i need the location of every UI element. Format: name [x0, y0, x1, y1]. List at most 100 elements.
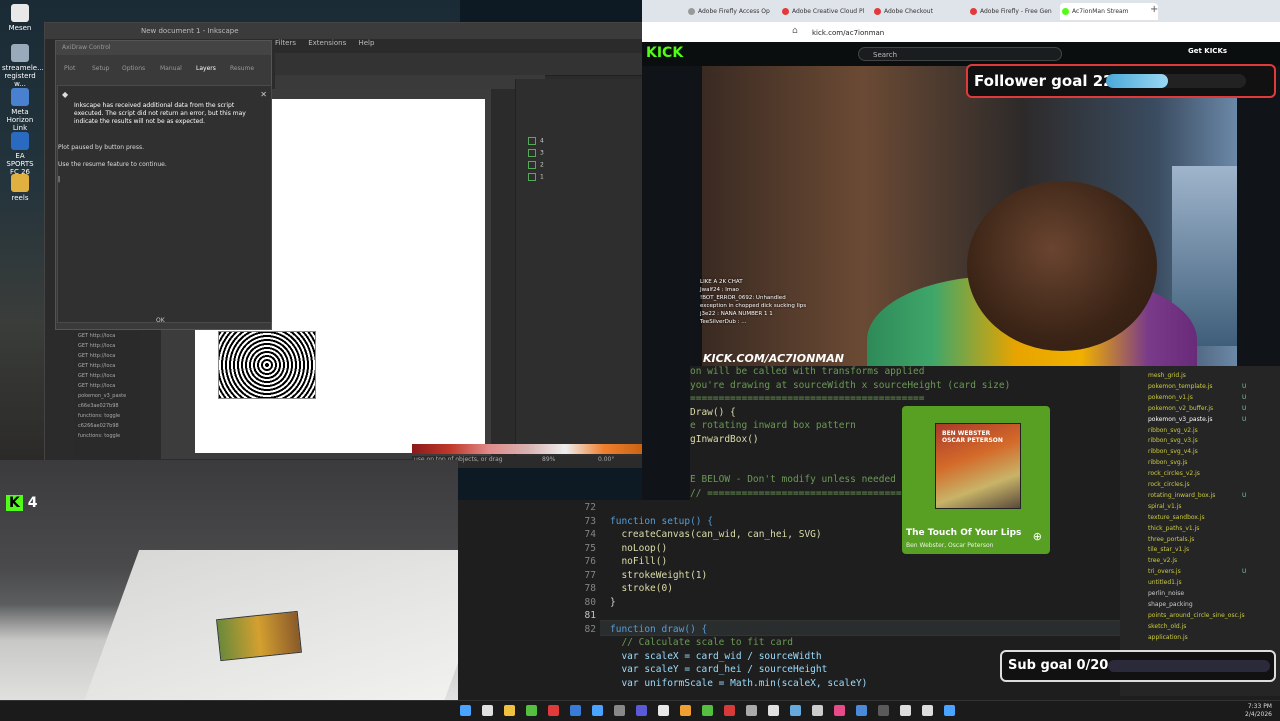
- menu-help[interactable]: Help: [358, 39, 374, 47]
- code-line[interactable]: noLoop(): [610, 543, 667, 554]
- taskbar-app-icon[interactable]: [702, 705, 713, 716]
- code-line[interactable]: // Calculate scale to fit card: [610, 637, 793, 648]
- taskbar-app-icon[interactable]: [548, 705, 559, 716]
- browser-tab[interactable]: Adobe Firefly Access Op: [686, 3, 788, 20]
- new-tab-icon[interactable]: +: [1150, 4, 1158, 15]
- list-item[interactable]: c6266ae027b98: [74, 421, 140, 431]
- list-item[interactable]: functions: toggle: [74, 411, 140, 421]
- tab-layers[interactable]: Layers: [196, 65, 216, 72]
- lock-icon[interactable]: ⌂: [792, 26, 798, 36]
- taskbar-app-icon[interactable]: [790, 705, 801, 716]
- file-tree-item[interactable]: tree_v2.js: [1148, 557, 1177, 564]
- menu-extensions[interactable]: Extensions: [308, 39, 346, 47]
- file-tree-item[interactable]: rotating_inward_box.js U: [1148, 492, 1246, 499]
- system-clock[interactable]: 7:33 PM 2/4/2026: [1245, 703, 1272, 719]
- taskbar-app-icon[interactable]: [856, 705, 867, 716]
- menu-filters[interactable]: Filters: [275, 39, 296, 47]
- desktop-icon-meta-horizon[interactable]: Meta Horizon Link: [2, 88, 38, 132]
- file-tree-item[interactable]: application.js: [1148, 634, 1188, 641]
- taskbar-app-icon[interactable]: [768, 705, 779, 716]
- list-item[interactable]: GET http://loca: [74, 371, 140, 381]
- file-tree-item[interactable]: pokemon_v1.js U: [1148, 394, 1246, 401]
- file-tree-item[interactable]: pokemon_v2_buffer.js U: [1148, 405, 1246, 412]
- browser-tab[interactable]: Adobe Firefly - Free Gen: [968, 3, 1066, 20]
- taskbar-app-icon[interactable]: [812, 705, 823, 716]
- code-line[interactable]: var uniformScale = Math.min(scaleX, scal…: [610, 678, 867, 689]
- taskbar-app-icon[interactable]: [834, 705, 845, 716]
- taskbar-app-icon[interactable]: [504, 705, 515, 716]
- code-line[interactable]: Draw() {: [690, 407, 736, 418]
- file-tree-item[interactable]: three_portals.js: [1148, 536, 1194, 543]
- taskbar-app-icon[interactable]: [680, 705, 691, 716]
- taskbar-app-icon[interactable]: [592, 705, 603, 716]
- code-line[interactable]: stroke(0): [610, 583, 672, 594]
- file-tree-item[interactable]: ribbon_svg_v2.js: [1148, 427, 1198, 434]
- desktop-icon-mesen[interactable]: Mesen: [2, 4, 38, 32]
- file-tree-item[interactable]: texture_sandbox.js: [1148, 514, 1205, 521]
- list-item[interactable]: functions: toggle: [74, 431, 140, 441]
- file-tree-item[interactable]: mesh_grid.js: [1148, 372, 1186, 379]
- code-line[interactable]: strokeWeight(1): [610, 570, 707, 581]
- file-tree-item[interactable]: untitled1.js: [1148, 579, 1182, 586]
- taskbar-app-icon[interactable]: [636, 705, 647, 716]
- browser-tab-active[interactable]: Ac7ionMan Stream: [1060, 3, 1158, 20]
- url-field[interactable]: kick.com/ac7ionman: [812, 29, 884, 37]
- code-line[interactable]: var scaleX = card_wid / sourceWidth: [610, 651, 821, 662]
- taskbar-app-icon[interactable]: [944, 705, 955, 716]
- code-line[interactable]: noFill(): [610, 556, 667, 567]
- add-circle-icon[interactable]: ⊕: [1033, 530, 1042, 543]
- tab-resume[interactable]: Resume: [230, 65, 254, 72]
- taskbar-app-icon[interactable]: [878, 705, 889, 716]
- taskbar-app-icon[interactable]: [526, 705, 537, 716]
- taskbar-app-icon[interactable]: [460, 705, 471, 716]
- code-line[interactable]: ========================================…: [690, 393, 925, 404]
- list-item[interactable]: pokemon_v3_paste: [74, 391, 140, 401]
- code-line[interactable]: var scaleY = card_hei / sourceHeight: [610, 664, 827, 675]
- file-tree-item[interactable]: tile_star_v1.js: [1148, 546, 1189, 553]
- code-line[interactable]: on will be called with transforms applie…: [690, 366, 925, 377]
- file-tree-item[interactable]: perlin_noise: [1148, 590, 1184, 597]
- file-tree-item[interactable]: tri_overs.js U: [1148, 568, 1246, 575]
- file-tree-item[interactable]: sketch_old.js: [1148, 623, 1186, 630]
- code-line[interactable]: e rotating inward box pattern: [690, 420, 856, 431]
- code-line[interactable]: createCanvas(can_wid, can_hei, SVG): [610, 529, 821, 540]
- file-tree-item[interactable]: spiral_v1.js: [1148, 503, 1181, 510]
- list-item[interactable]: GET http://loca: [74, 381, 140, 391]
- taskbar-app-icon[interactable]: [482, 705, 493, 716]
- list-item[interactable]: GET http://loca: [74, 351, 140, 361]
- taskbar-app-icon[interactable]: [570, 705, 581, 716]
- get-kicks-button[interactable]: Get KICKs: [1188, 47, 1227, 55]
- rotation-value[interactable]: 0.00°: [598, 456, 614, 463]
- taskbar-app-icon[interactable]: [922, 705, 933, 716]
- taskbar-app-icon[interactable]: [900, 705, 911, 716]
- taskbar-app-icon[interactable]: [724, 705, 735, 716]
- file-tree-item[interactable]: points_around_circle_sine_osc.js: [1148, 612, 1245, 619]
- code-line[interactable]: // ===================================: [690, 488, 907, 499]
- file-tree-item[interactable]: ribbon_svg_v3.js: [1148, 437, 1198, 444]
- tab-options[interactable]: Options: [122, 65, 145, 72]
- file-tree-item[interactable]: rock_circles.js: [1148, 481, 1190, 488]
- taskbar-app-icon[interactable]: [614, 705, 625, 716]
- file-tree-item[interactable]: ribbon_svg_v4.js: [1148, 448, 1198, 455]
- taskbar-app-icon[interactable]: [658, 705, 669, 716]
- inkscape-titlebar[interactable]: New document 1 - Inkscape: [45, 23, 691, 39]
- code-line[interactable]: function draw() {: [610, 624, 707, 635]
- list-item[interactable]: GET http://loca: [74, 331, 140, 341]
- tab-setup[interactable]: Setup: [92, 65, 109, 72]
- dialog-titlebar[interactable]: AxiDraw Control: [56, 41, 271, 55]
- kick-logo[interactable]: KICK: [646, 45, 683, 61]
- code-line[interactable]: function setup() {: [610, 516, 713, 527]
- list-item[interactable]: c66e3ae027b98: [74, 401, 140, 411]
- zoom-level[interactable]: 89%: [542, 456, 555, 463]
- file-tree-item[interactable]: ribbon_svg.js: [1148, 459, 1187, 466]
- tool-controls-bar[interactable]: [275, 53, 691, 76]
- file-tree-item[interactable]: pokemon_template.js U: [1148, 383, 1246, 390]
- ok-button[interactable]: OK: [156, 317, 165, 324]
- desktop-icon-reels[interactable]: reels: [2, 174, 38, 202]
- tab-plot[interactable]: Plot: [64, 65, 75, 72]
- file-tree-item[interactable]: rock_circles_v2.js: [1148, 470, 1200, 477]
- search-input[interactable]: Search: [858, 47, 1062, 61]
- browser-tab[interactable]: Adobe Checkout: [872, 3, 970, 20]
- spiral-drawing[interactable]: [218, 331, 316, 399]
- desktop-icon-ea-fc[interactable]: EA SPORTS FC 26: [2, 132, 38, 176]
